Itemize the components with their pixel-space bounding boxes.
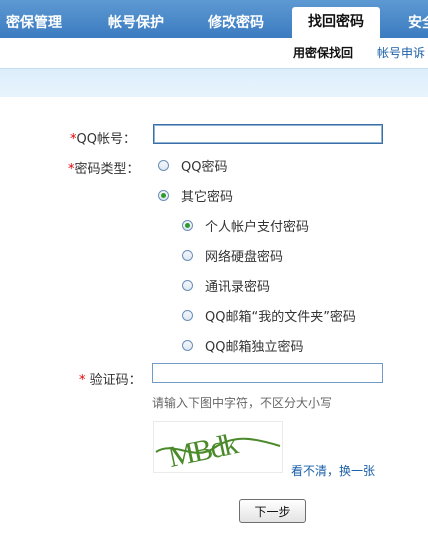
required-mark: * bbox=[79, 373, 86, 388]
radio-label: 通讯录密码 bbox=[205, 280, 271, 295]
subnav-account-appeal[interactable]: 帐号申诉 bbox=[377, 44, 425, 61]
subnav-security-recovery[interactable]: 用密保找回 bbox=[293, 44, 353, 61]
radio-label: 网络硬盘密码 bbox=[205, 250, 284, 265]
tab-change-password[interactable]: 修改密码 bbox=[208, 12, 264, 32]
captcha-input[interactable] bbox=[152, 363, 383, 383]
radio-label: 其它密码 bbox=[181, 190, 234, 205]
radio-contacts-password[interactable]: 通讯录密码 bbox=[182, 276, 270, 295]
radio-label: QQ密码 bbox=[181, 160, 228, 175]
password-type-label: *密码类型： bbox=[68, 162, 140, 177]
qq-account-label: *QQ帐号： bbox=[70, 132, 136, 147]
captcha-text: MBdk bbox=[165, 427, 241, 472]
radio-label: QQ邮箱“我的文件夹”密码 bbox=[205, 310, 356, 325]
radio-button-icon[interactable] bbox=[182, 280, 193, 291]
captcha-hint: 请输入下图中字符，不区分大小写 bbox=[152, 396, 333, 410]
tab-security-question[interactable]: 密保管理 bbox=[6, 12, 62, 32]
tab-recover-password[interactable]: 找回密码 bbox=[292, 7, 380, 38]
radio-button-icon[interactable] bbox=[158, 160, 169, 171]
radio-netdisk-password[interactable]: 网络硬盘密码 bbox=[182, 246, 283, 265]
radio-button-icon[interactable] bbox=[182, 250, 193, 261]
captcha-drawing: MBdk bbox=[155, 427, 281, 474]
tab-security[interactable]: 安全 bbox=[408, 12, 428, 32]
top-tab-bar: 密保管理 帐号保护 修改密码 找回密码 安全 bbox=[0, 0, 428, 38]
radio-other-password[interactable]: 其它密码 bbox=[158, 186, 233, 205]
radio-mail-folder-password[interactable]: QQ邮箱“我的文件夹”密码 bbox=[182, 306, 356, 325]
radio-button-icon[interactable] bbox=[182, 340, 193, 351]
radio-label: 个人帐户支付密码 bbox=[205, 220, 310, 235]
radio-payment-password[interactable]: 个人帐户支付密码 bbox=[182, 216, 309, 235]
radio-button-icon[interactable] bbox=[182, 310, 193, 321]
refresh-captcha-link[interactable]: 看不清，换一张 bbox=[291, 462, 375, 479]
tab-account-protection[interactable]: 帐号保护 bbox=[108, 12, 164, 32]
captcha-label: * 验证码： bbox=[79, 373, 142, 388]
radio-mail-independent-password[interactable]: QQ邮箱独立密码 bbox=[182, 336, 303, 355]
radio-qq-password[interactable]: QQ密码 bbox=[158, 156, 227, 175]
header-band bbox=[0, 68, 428, 97]
radio-label: QQ邮箱独立密码 bbox=[205, 340, 304, 355]
radio-button-icon[interactable] bbox=[182, 220, 193, 231]
qq-account-input[interactable] bbox=[153, 124, 383, 144]
next-step-button[interactable]: 下一步 bbox=[239, 499, 306, 523]
captcha-image: MBdk bbox=[153, 421, 283, 474]
radio-button-icon[interactable] bbox=[158, 190, 169, 201]
